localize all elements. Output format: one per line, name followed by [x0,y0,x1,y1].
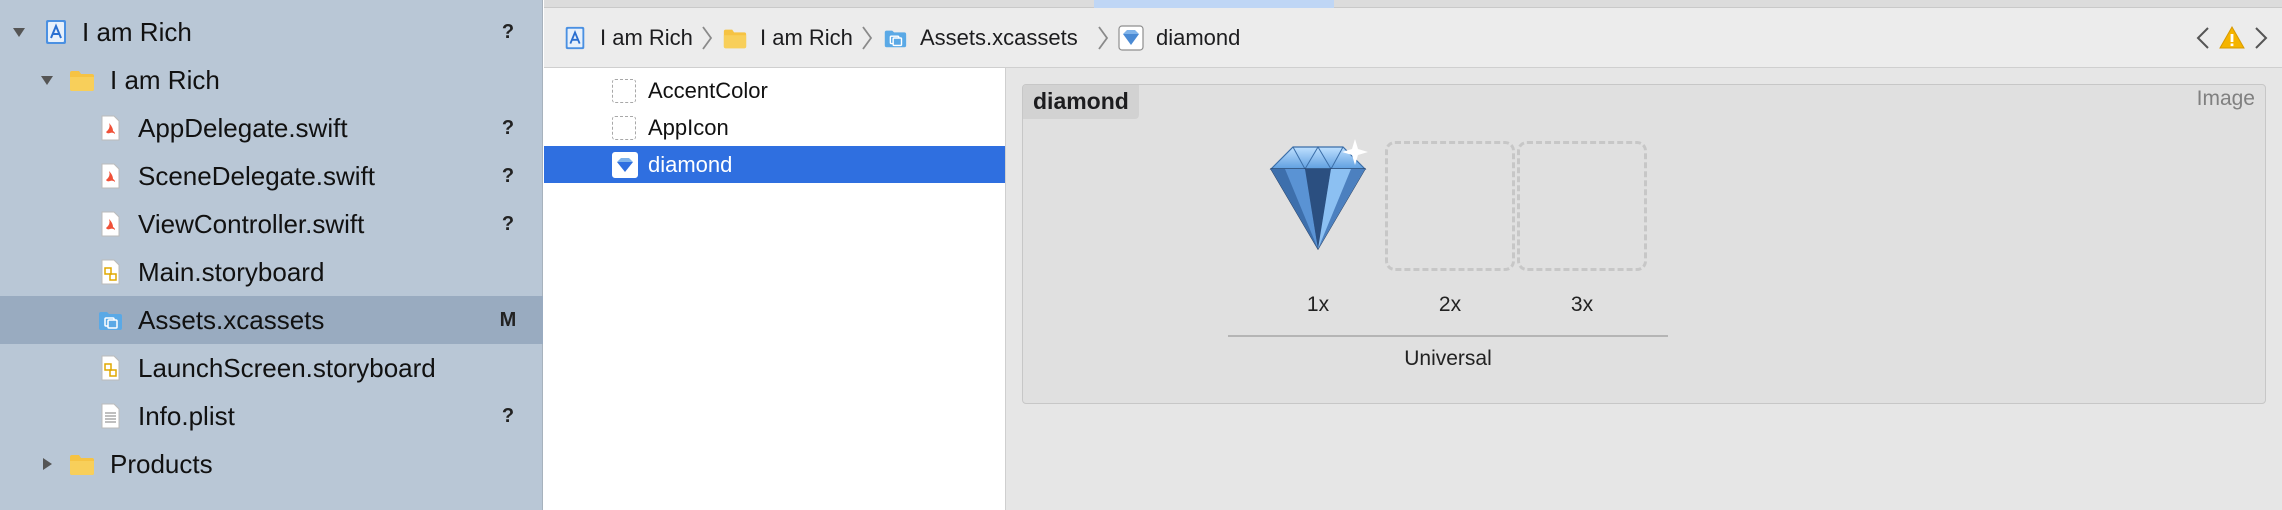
navigator-item-label: Main.storyboard [138,256,325,287]
navigator-row-group[interactable]: I am Rich [0,56,543,104]
source-control-status: ? [501,20,515,43]
asset-list-item[interactable]: AccentColor [544,72,1005,109]
navigator-row-file-selected[interactable]: Assets.xcassets M [0,296,543,344]
navigator-row-project[interactable]: I am Rich ? [0,8,543,56]
breadcrumb-label: I am Rich [760,25,853,50]
asset-catalog-list: AccentColor AppIcon diamond [544,68,1006,510]
active-tab[interactable] [1094,0,1334,8]
chevron-left-icon[interactable] [2192,24,2214,52]
image-set-icon [1118,25,1144,51]
idiom-divider [1228,335,1668,337]
navigator-row-file[interactable]: ViewController.swift ? [0,200,543,248]
chevron-right-icon [1096,24,1110,52]
chevron-right-icon [860,24,874,52]
assets-catalog-icon [882,25,908,51]
project-icon [562,25,588,51]
disclosure-expanded-icon[interactable] [38,71,56,89]
asset-item-label: AppIcon [648,114,729,140]
idiom-label: Universal [1404,347,1492,370]
project-navigator: I am Rich ? I am Rich AppDelegate.swift … [0,0,543,510]
jump-bar: I am Rich I am Rich Assets.xcassets diam… [544,8,2282,68]
chevron-right-icon [700,24,714,52]
folder-icon [68,450,96,478]
source-control-status: ? [501,212,515,235]
navigator-item-label: LaunchScreen.storyboard [138,352,436,383]
warning-icon[interactable] [2218,24,2246,52]
navigator-item-label: ViewController.swift [138,208,365,239]
swift-file-icon [96,162,124,190]
asset-list-item[interactable]: AppIcon [544,109,1005,146]
image-set-icon [612,151,638,178]
jump-bar-controls [2192,8,2272,68]
plist-icon [96,402,124,430]
chevron-right-icon[interactable] [2250,24,2272,52]
tab-bar [544,0,2282,8]
folder-icon [68,66,96,94]
color-set-icon [612,78,636,103]
navigator-row-file[interactable]: SceneDelegate.swift ? [0,152,543,200]
app-icon-set-icon [612,115,636,140]
image-set-panel: diamond Image 1x 2x 3x Universal [1022,84,2266,404]
navigator-item-label: I am Rich [82,16,192,47]
folder-icon [722,25,748,51]
disclosure-expanded-icon[interactable] [10,23,28,41]
navigator-row-file[interactable]: Main.storyboard [0,248,543,296]
navigator-item-label: Products [110,448,213,479]
image-slot-2x[interactable] [1385,141,1515,271]
source-control-status: ? [501,164,515,187]
asset-list-item-selected[interactable]: diamond [544,146,1005,183]
assets-catalog-icon [96,306,124,334]
image-set-name[interactable]: diamond [1023,85,1139,119]
source-control-status: ? [501,116,515,139]
breadcrumb-image-set[interactable]: diamond [1118,8,1240,68]
navigator-item-label: Assets.xcassets [138,304,325,335]
storyboard-icon [96,258,124,286]
breadcrumb-label: Assets.xcassets [920,25,1078,50]
asset-item-label: AccentColor [648,77,768,103]
disclosure-collapsed-icon[interactable] [38,455,56,473]
swift-file-icon [96,114,124,142]
image-slot-3x[interactable] [1517,141,1647,271]
breadcrumb-label: I am Rich [600,25,693,50]
navigator-row-file[interactable]: AppDelegate.swift ? [0,104,543,152]
asset-detail-area: diamond Image 1x 2x 3x Universal [1006,68,2282,510]
breadcrumb-group[interactable]: I am Rich [722,8,853,68]
storyboard-icon [96,354,124,382]
navigator-item-label: SceneDelegate.swift [138,160,376,191]
diamond-image [1269,139,1368,251]
navigator-row-file[interactable]: LaunchScreen.storyboard [0,344,543,392]
breadcrumb-project[interactable]: I am Rich [562,8,693,68]
navigator-row-file[interactable]: Info.plist ? [0,392,543,440]
navigator-row-group[interactable]: Products [0,440,543,488]
swift-file-icon [96,210,124,238]
navigator-item-label: I am Rich [110,64,220,95]
image-set-type: Image [2196,87,2255,110]
source-control-status: M [499,308,517,331]
navigator-item-label: AppDelegate.swift [138,112,348,143]
breadcrumb-label: diamond [1156,25,1241,50]
asset-item-label: diamond [648,151,733,177]
scale-label-2x: 2x [1438,293,1462,316]
source-control-status: ? [501,404,515,427]
breadcrumb-assets[interactable]: Assets.xcassets [882,8,1078,68]
scale-label-1x: 1x [1306,293,1330,316]
project-icon [42,18,70,46]
scale-label-3x: 3x [1570,293,1594,316]
navigator-item-label: Info.plist [138,400,235,431]
image-slot-1x[interactable] [1243,131,1393,261]
